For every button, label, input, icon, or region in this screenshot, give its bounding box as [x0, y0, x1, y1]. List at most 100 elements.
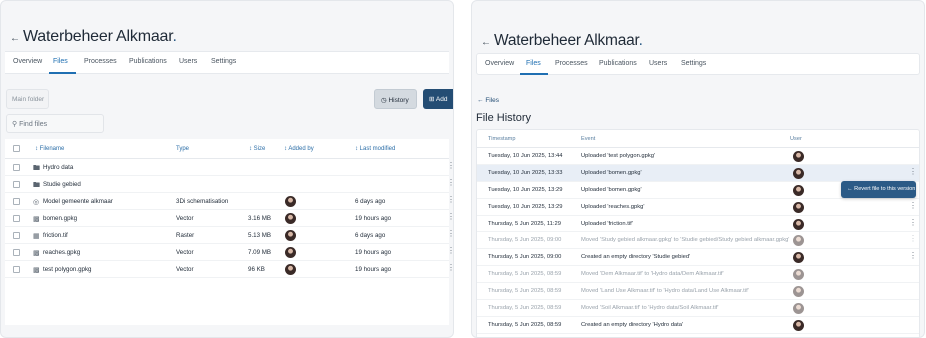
- avatar: [285, 230, 296, 241]
- table-row[interactable]: Tuesday, 10 Jun 2025, 13:44 Uploaded 'te…: [477, 148, 919, 165]
- more-options-icon[interactable]: ⋮: [447, 264, 453, 272]
- more-options-icon[interactable]: ⋮: [447, 213, 453, 221]
- more-options-icon[interactable]: ⋮: [909, 218, 917, 227]
- table-row[interactable]: ◎ Model gemeente alkmaar 3Di schematisat…: [5, 193, 453, 210]
- tab-overview[interactable]: Overview: [485, 60, 514, 67]
- event: Created an empty directory 'Hydro data': [581, 321, 684, 328]
- table-row[interactable]: Thursday, 5 Jun 2025, 09:00 Moved 'Study…: [477, 232, 919, 250]
- last-modified: 19 hours ago: [355, 266, 392, 273]
- tab-settings[interactable]: Settings: [211, 58, 236, 65]
- add-label: Add: [435, 96, 448, 103]
- more-options-icon[interactable]: ⋮: [909, 201, 917, 210]
- main-folder-breadcrumb[interactable]: Main folder: [6, 89, 49, 109]
- timestamp: Thursday, 5 Jun 2025, 11:29: [488, 220, 561, 227]
- event: Moved 'Land Use Alkmaar.tif' to 'Hydro d…: [581, 288, 749, 295]
- filename[interactable]: bomen.gpkg: [43, 215, 77, 222]
- tab-processes[interactable]: Processes: [555, 60, 588, 67]
- active-tab-indicator: [520, 73, 548, 75]
- more-options-icon[interactable]: ⋮: [909, 252, 917, 260]
- column-last-modified[interactable]: ↕ Last modified: [355, 146, 395, 152]
- vector-icon: ▩: [33, 267, 40, 274]
- column-user: User: [790, 136, 802, 142]
- avatar: [793, 184, 804, 196]
- tab-publications[interactable]: Publications: [129, 58, 167, 65]
- project-title: Waterbeheer Alkmaar.: [494, 32, 643, 49]
- tab-users[interactable]: Users: [649, 60, 667, 67]
- history-button[interactable]: ◷ History: [374, 89, 417, 109]
- row-checkbox[interactable]: [13, 232, 20, 239]
- avatar: [285, 264, 296, 275]
- timestamp: Thursday, 5 Jun 2025, 09:00: [488, 237, 562, 244]
- file-size: 3.16 MB: [248, 215, 272, 222]
- timestamp: Tuesday, 10 Jun 2025, 13:29: [488, 203, 563, 210]
- row-checkbox[interactable]: [13, 266, 20, 273]
- avatar: [793, 167, 804, 179]
- row-checkbox[interactable]: [13, 215, 20, 222]
- tab-processes[interactable]: Processes: [84, 58, 117, 65]
- event: Moved 'Soil Alkmaar.tif' to 'Hydro data/…: [581, 305, 719, 312]
- table-row[interactable]: Thursday, 5 Jun 2025, 08:59 Moved 'Soil …: [477, 300, 919, 317]
- table-row[interactable]: 🖿 Studie gebied ⋮: [5, 176, 453, 193]
- history-table: Timestamp Event User Tuesday, 10 Jun 202…: [476, 129, 920, 337]
- column-filename[interactable]: ↕ Filename: [35, 146, 64, 152]
- tab-publications[interactable]: Publications: [599, 60, 637, 67]
- more-options-icon[interactable]: ⋮: [447, 196, 453, 204]
- timestamp: Thursday, 5 Jun 2025, 08:59: [488, 288, 562, 295]
- avatar: [285, 213, 296, 224]
- tab-bar: Overview Files Processes Publications Us…: [476, 53, 920, 75]
- column-type[interactable]: Type: [176, 146, 189, 152]
- add-button[interactable]: ⊞ Add: [423, 89, 453, 109]
- filename[interactable]: Studie gebied: [43, 181, 81, 188]
- more-options-icon[interactable]: ⋮: [447, 247, 453, 255]
- row-checkbox[interactable]: [13, 198, 20, 205]
- tab-overview[interactable]: Overview: [13, 58, 42, 65]
- column-size[interactable]: ↕ Size: [249, 146, 265, 152]
- arrow-left-icon[interactable]: ←: [481, 37, 491, 48]
- file-size: 5.13 MB: [248, 232, 272, 239]
- file-type: Vector: [176, 249, 194, 256]
- table-row[interactable]: 🖿 Hydro data ⋮: [5, 159, 453, 176]
- tab-files[interactable]: Files: [53, 58, 68, 65]
- timestamp: Tuesday, 10 Jun 2025, 13:33: [488, 169, 563, 176]
- file-type: Vector: [176, 215, 194, 222]
- last-modified: 6 days ago: [355, 198, 386, 205]
- more-options-icon[interactable]: ⋮: [909, 167, 917, 176]
- filename[interactable]: Model gemeente alkmaar: [43, 198, 113, 205]
- filename[interactable]: reaches.gpkg: [43, 249, 80, 256]
- avatar: [793, 201, 804, 213]
- table-row[interactable]: Thursday, 5 Jun 2025, 08:59 Moved 'Dem A…: [477, 266, 919, 284]
- table-row[interactable]: ▩ bomen.gpkg Vector 3.16 MB 19 hours ago…: [5, 210, 453, 227]
- more-options-icon[interactable]: ⋮: [447, 179, 453, 187]
- tab-files[interactable]: Files: [526, 60, 541, 67]
- table-row[interactable]: Thursday, 5 Jun 2025, 08:59 Moved 'Land …: [477, 283, 919, 301]
- row-checkbox[interactable]: [13, 249, 20, 256]
- vector-icon: ▩: [33, 250, 40, 257]
- search-input[interactable]: ⚲ Find files: [6, 114, 104, 133]
- tab-settings[interactable]: Settings: [681, 60, 706, 67]
- revert-version-button[interactable]: ← Revert file to this version: [841, 181, 916, 198]
- filename[interactable]: test polygon.gpkg: [43, 266, 92, 273]
- table-row[interactable]: ▦ friction.tif Raster 5.13 MB 6 days ago…: [5, 227, 453, 244]
- filename[interactable]: Hydro data: [43, 164, 73, 171]
- file-type: Raster: [176, 232, 195, 239]
- select-all-checkbox[interactable]: [13, 145, 20, 152]
- revert-label: Revert file to this version: [854, 186, 916, 192]
- table-row[interactable]: ▩ reaches.gpkg Vector 7.09 MB 19 hours a…: [5, 244, 453, 261]
- more-options-icon[interactable]: ⋮: [447, 162, 453, 170]
- table-row[interactable]: Tuesday, 10 Jun 2025, 13:29 Uploaded 're…: [477, 199, 919, 216]
- more-options-icon[interactable]: ⋮: [447, 230, 453, 238]
- row-checkbox[interactable]: [13, 181, 20, 188]
- arrow-left-icon[interactable]: ←: [10, 33, 20, 44]
- table-row[interactable]: ▩ test polygon.gpkg Vector 96 KB 19 hour…: [5, 261, 453, 278]
- filename[interactable]: friction.tif: [43, 232, 68, 239]
- table-row[interactable]: Tuesday, 10 Jun 2025, 13:33 Uploaded 'bo…: [477, 164, 919, 182]
- more-options-icon[interactable]: ⋮: [909, 235, 917, 243]
- tab-users[interactable]: Users: [179, 58, 197, 65]
- table-row[interactable]: Thursday, 5 Jun 2025, 08:59 Created an e…: [477, 317, 919, 334]
- column-added-by[interactable]: ↕ Added by: [284, 146, 314, 152]
- back-to-files-link[interactable]: ← Files: [477, 97, 499, 104]
- row-checkbox[interactable]: [13, 164, 20, 171]
- table-row[interactable]: Thursday, 5 Jun 2025, 11:29 Uploaded 'fr…: [477, 216, 919, 233]
- last-modified: 6 days ago: [355, 232, 386, 239]
- table-row[interactable]: Thursday, 5 Jun 2025, 09:00 Created an e…: [477, 249, 919, 267]
